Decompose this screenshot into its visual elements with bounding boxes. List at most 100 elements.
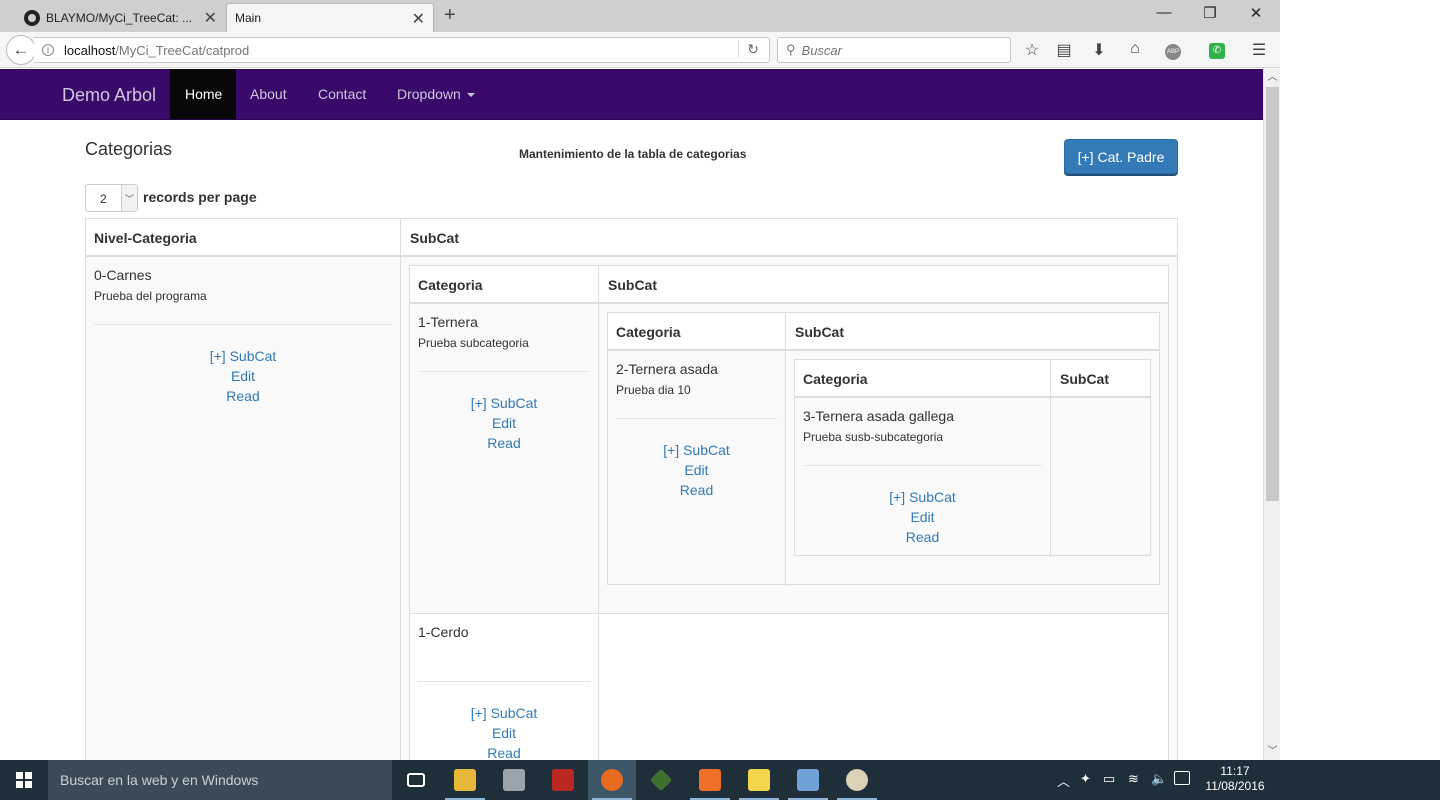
records-per-page-select[interactable]: 2 ﹀ [85, 184, 138, 212]
start-button[interactable] [0, 760, 48, 800]
read-link[interactable]: Read [94, 388, 392, 404]
notepad-icon[interactable] [735, 760, 783, 800]
file-explorer-icon[interactable] [441, 760, 489, 800]
page-subtitle: Mantenimiento de la tabla de categorias [519, 147, 747, 161]
taskbar: Buscar en la web y en Windows ︿ ✦ ▭ ≋ 🔈 … [0, 760, 1440, 800]
tab-main[interactable]: Main ✕ [226, 3, 434, 32]
adblock-icon[interactable]: ABP [1162, 40, 1184, 60]
category-description: Prueba subcategoria [418, 336, 529, 350]
notifications-icon[interactable] [1174, 771, 1190, 785]
read-link[interactable]: Read [803, 529, 1042, 545]
edit-link[interactable]: Edit [418, 725, 590, 741]
scroll-thumb[interactable] [1266, 87, 1279, 501]
chevron-down-icon: ﹀ [121, 185, 137, 211]
url-host: localhost [64, 42, 116, 58]
vertical-scrollbar[interactable]: ︿ ﹀ [1263, 69, 1280, 760]
brand[interactable]: Demo Arbol [62, 85, 156, 106]
dropdown-label: Dropdown [397, 86, 461, 102]
virtualbox-icon[interactable] [784, 760, 832, 800]
address-bar[interactable]: i localhost/MyCi_TreeCat/catprod ↻ [34, 37, 770, 63]
divider [616, 418, 777, 419]
category-name: 2-Ternera asada [616, 361, 718, 377]
close-tab-icon[interactable]: ✕ [412, 9, 425, 29]
category-name: 1-Ternera [418, 314, 478, 330]
windows-logo-icon [16, 772, 32, 788]
taskbar-search[interactable]: Buscar en la web y en Windows [48, 760, 392, 800]
add-parent-category-button[interactable]: [+] Cat. Padre [1064, 139, 1178, 174]
scroll-up-icon[interactable]: ︿ [1264, 69, 1281, 86]
pdf-reader-icon[interactable] [539, 760, 587, 800]
row-divider [410, 613, 1168, 614]
read-link[interactable]: Read [418, 745, 590, 760]
edit-link[interactable]: Edit [94, 368, 392, 384]
select-value: 2 [100, 192, 107, 206]
add-subcat-link[interactable]: [+] SubCat [418, 395, 590, 411]
restore-button[interactable]: ❐ [1187, 4, 1233, 22]
xampp-icon[interactable] [686, 760, 734, 800]
records-per-page-label: records per page [143, 189, 257, 205]
nav-dropdown[interactable]: Dropdown [382, 69, 490, 119]
minimize-button[interactable]: — [1141, 4, 1187, 21]
calculator-icon[interactable] [490, 760, 538, 800]
site-navbar: Demo Arbol Home About Contact Dropdown [0, 69, 1263, 120]
browser-window: BLAYMO/MyCi_TreeCat: ... ✕ Main ✕ + — ❐ … [0, 0, 1280, 760]
wifi-icon[interactable]: ≋ [1128, 771, 1139, 787]
divider [803, 465, 1042, 466]
close-window-button[interactable]: ✕ [1233, 4, 1279, 22]
search-icon: ⚲ [786, 42, 796, 57]
edit-link[interactable]: Edit [418, 415, 590, 431]
back-button[interactable]: ← [6, 35, 36, 65]
search-box[interactable]: ⚲ [777, 37, 1011, 63]
home-icon[interactable]: ⌂ [1124, 40, 1146, 58]
add-subcat-link[interactable]: [+] SubCat [418, 705, 590, 721]
divider [418, 681, 590, 682]
column-header-categoria: Categoria [418, 277, 483, 293]
column-divider [598, 266, 599, 760]
column-header-subcat: SubCat [1060, 371, 1109, 387]
new-tab-button[interactable]: + [444, 4, 456, 27]
reading-list-icon[interactable]: ▤ [1053, 40, 1075, 60]
tab-github[interactable]: BLAYMO/MyCi_TreeCat: ... ✕ [10, 3, 225, 32]
firefox-icon[interactable] [588, 760, 636, 800]
search-input[interactable] [801, 42, 992, 58]
clock[interactable]: 11:17 11/08/2016 [1200, 764, 1270, 794]
column-header-subcat: SubCat [608, 277, 657, 293]
reload-icon[interactable]: ↻ [738, 41, 759, 58]
edit-link[interactable]: Edit [616, 462, 777, 478]
desktop-background [1280, 0, 1440, 760]
nav-about[interactable]: About [235, 69, 302, 119]
info-icon[interactable]: i [42, 44, 54, 56]
read-link[interactable]: Read [418, 435, 590, 451]
category-name: 3-Ternera asada gallega [803, 408, 954, 424]
battery-icon[interactable]: ▭ [1103, 771, 1115, 787]
category-name: 1-Cerdo [418, 624, 469, 640]
scroll-down-icon[interactable]: ﹀ [1264, 743, 1281, 760]
column-divider [1050, 360, 1051, 557]
read-link[interactable]: Read [616, 482, 777, 498]
git-icon[interactable] [637, 760, 685, 800]
column-header-categoria: Categoria [803, 371, 868, 387]
page-viewport: Demo Arbol Home About Contact Dropdown C… [0, 69, 1263, 760]
dropbox-icon[interactable]: ✦ [1080, 771, 1091, 787]
tab-label: Main [235, 11, 262, 25]
task-view-icon[interactable] [392, 760, 440, 800]
paint-icon[interactable] [833, 760, 881, 800]
nav-home[interactable]: Home [170, 69, 236, 119]
whatsapp-icon[interactable]: ✆ [1206, 40, 1228, 59]
category-name: 0-Carnes [94, 267, 152, 283]
close-tab-icon[interactable]: ✕ [204, 8, 217, 28]
nav-contact[interactable]: Contact [303, 69, 381, 119]
menu-icon[interactable]: ☰ [1248, 40, 1270, 60]
column-header-categoria: Categoria [616, 324, 681, 340]
add-subcat-link[interactable]: [+] SubCat [616, 442, 777, 458]
edit-link[interactable]: Edit [803, 509, 1042, 525]
category-description: Prueba susb-subcategoria [803, 430, 944, 444]
add-subcat-link[interactable]: [+] SubCat [94, 348, 392, 364]
chevron-up-icon[interactable]: ︿ [1057, 771, 1070, 790]
column-divider [400, 219, 401, 760]
add-subcat-link[interactable]: [+] SubCat [803, 489, 1042, 505]
download-icon[interactable]: ⬇ [1088, 40, 1110, 60]
bookmark-star-icon[interactable]: ☆ [1021, 40, 1043, 60]
page-title: Categorias [85, 139, 173, 159]
volume-muted-icon[interactable]: 🔈 [1151, 771, 1167, 787]
